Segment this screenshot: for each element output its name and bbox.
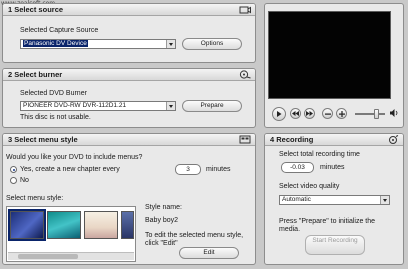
prepare-hint-text: Press "Prepare" to initialize the media. — [279, 218, 376, 233]
menu-layout-icon — [239, 135, 251, 144]
edit-hint-text: To edit the selected menu style, click "… — [145, 232, 244, 247]
volume-slider-handle[interactable] — [373, 109, 379, 119]
rewind-button[interactable] — [290, 108, 301, 119]
no-radio[interactable] — [10, 177, 17, 184]
panel-title-burner: 2 Select burner — [3, 69, 255, 81]
plus-icon — [338, 110, 345, 117]
video-quality-label: Select video quality — [279, 183, 340, 190]
panel-title-source: 1 Select source — [3, 4, 255, 16]
prepare-button[interactable]: Prepare — [182, 100, 242, 112]
volume-icon — [390, 109, 398, 117]
start-recording-button[interactable]: Start Recording — [305, 235, 365, 255]
rewind-icon — [292, 111, 299, 116]
play-icon — [277, 111, 282, 117]
scrollbar-thumb[interactable] — [18, 254, 78, 259]
disc-status-text: This disc is not usable. — [20, 114, 91, 121]
dvd-burner-value: PIONEER DVD-RW DVR-112D1.21 — [23, 102, 127, 109]
video-quality-value: Automatic — [282, 196, 311, 203]
volume-slider-track[interactable] — [355, 113, 385, 115]
burner-title: 2 Select burner — [8, 70, 63, 79]
zoom-out-button[interactable] — [322, 108, 333, 119]
no-radio-label[interactable]: No — [20, 177, 29, 184]
record-disc-icon — [389, 135, 399, 144]
menu-style-list[interactable] — [6, 206, 136, 262]
video-preview — [268, 11, 391, 99]
capture-source-select[interactable]: Panasonic DV Device — [20, 39, 176, 49]
edit-button[interactable]: Edit — [179, 247, 239, 259]
menu-style-list-label: Select menu style: — [6, 195, 64, 202]
recording-time-unit: minutes — [320, 164, 345, 171]
video-quality-select[interactable]: Automatic — [279, 195, 390, 205]
menu-style-thumb-3[interactable] — [84, 211, 118, 239]
chapter-minutes-unit: minutes — [206, 166, 231, 173]
menu-style-thumb-1[interactable] — [8, 209, 46, 241]
chapter-minutes-input[interactable]: 3 — [175, 164, 201, 175]
source-title: 1 Select source — [8, 5, 64, 14]
play-button[interactable] — [272, 107, 286, 121]
minus-icon — [324, 113, 331, 115]
recording-time-input[interactable]: -0.03 — [281, 162, 314, 173]
capture-source-value: Panasonic DV Device — [23, 40, 88, 47]
zoom-in-button[interactable] — [336, 108, 347, 119]
yes-radio[interactable] — [10, 166, 17, 173]
chevron-down-icon — [166, 102, 175, 110]
select-burner-panel: 2 Select burner Selected DVD Burner PION… — [2, 68, 256, 128]
fast-forward-button[interactable] — [304, 108, 315, 119]
panel-title-recording: 4 Recording — [265, 134, 403, 146]
style-name-label: Style name: — [145, 204, 182, 211]
camera-icon — [239, 6, 251, 14]
horizontal-scrollbar[interactable] — [8, 252, 134, 260]
fast-forward-icon — [306, 111, 313, 116]
menu-style-thumb-4[interactable] — [121, 211, 134, 239]
menu-style-thumb-2[interactable] — [47, 211, 81, 239]
chevron-down-icon — [380, 196, 389, 204]
recording-time-label: Select total recording time — [279, 151, 360, 158]
dvd-burner-select[interactable]: PIONEER DVD-RW DVR-112D1.21 — [20, 101, 176, 111]
select-menu-style-panel: 3 Select menu style Would you like your … — [2, 133, 256, 265]
disc-burner-icon — [239, 70, 251, 79]
dvd-burner-label: Selected DVD Burner — [20, 90, 87, 97]
panel-title-menu-style: 3 Select menu style — [3, 134, 255, 146]
include-menus-question: Would you like your DVD to include menus… — [6, 154, 143, 161]
capture-source-label: Selected Capture Source — [20, 27, 99, 34]
recording-title: 4 Recording — [270, 135, 314, 144]
options-button[interactable]: Options — [182, 38, 242, 50]
select-source-panel: 1 Select source Selected Capture Source … — [2, 3, 256, 63]
chevron-down-icon — [166, 40, 175, 48]
style-name-value: Baby boy2 — [145, 217, 179, 224]
recording-panel: 4 Recording Select total recording time … — [264, 133, 404, 265]
menu-style-title: 3 Select menu style — [8, 135, 78, 144]
yes-radio-label[interactable]: Yes, create a new chapter every — [20, 166, 120, 173]
